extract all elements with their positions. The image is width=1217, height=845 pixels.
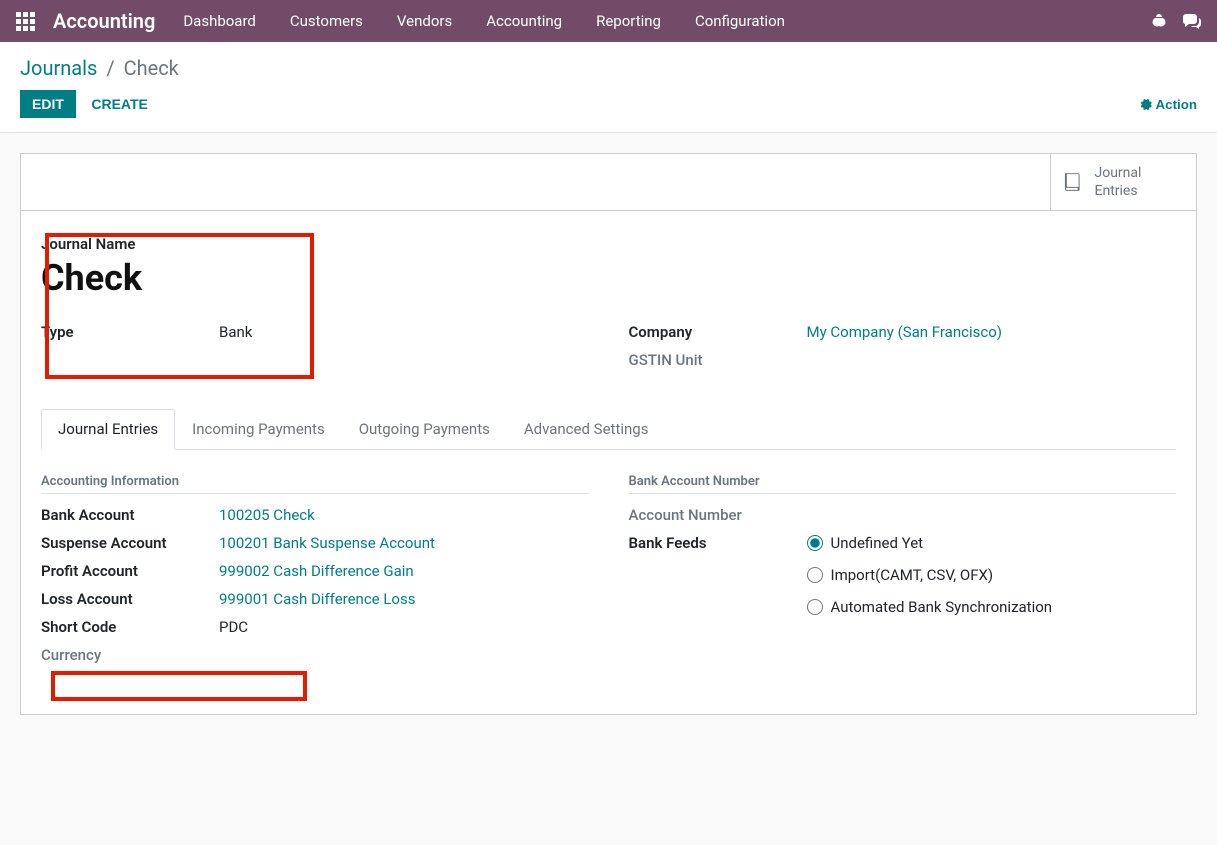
form-sheet: Journal Entries Journal Name Check Type … [20, 153, 1197, 715]
top-navbar: Accounting Dashboard Customers Vendors A… [0, 0, 1217, 42]
control-panel: Journals / Check EDIT CREATE Action [0, 42, 1217, 133]
loss-account-label: Loss Account [41, 590, 219, 608]
bug-icon[interactable] [1151, 13, 1167, 29]
radio-automated-input[interactable] [807, 599, 823, 615]
radio-undefined-yet[interactable]: Undefined Yet [807, 534, 1177, 552]
suspense-account-value[interactable]: 100201 Bank Suspense Account [219, 534, 589, 552]
breadcrumb-current: Check [124, 56, 179, 80]
nav-dashboard[interactable]: Dashboard [183, 12, 256, 30]
edit-button[interactable]: EDIT [20, 90, 76, 118]
short-code-value: PDC [219, 618, 589, 636]
breadcrumb: Journals / Check [20, 56, 1197, 80]
nav-menu: Dashboard Customers Vendors Accounting R… [183, 12, 1151, 30]
account-number-label: Account Number [629, 506, 807, 524]
journal-entries-stat-button[interactable]: Journal Entries [1050, 154, 1196, 210]
profit-account-value[interactable]: 999002 Cash Difference Gain [219, 562, 589, 580]
action-button[interactable]: Action [1140, 97, 1197, 112]
suspense-account-label: Suspense Account [41, 534, 219, 552]
breadcrumb-root[interactable]: Journals [20, 56, 97, 80]
radio-undefined-input[interactable] [807, 535, 823, 551]
action-label: Action [1156, 97, 1197, 112]
tab-incoming-payments[interactable]: Incoming Payments [175, 409, 342, 449]
company-label: Company [629, 323, 807, 341]
type-label: Type [41, 323, 219, 341]
bank-account-value[interactable]: 100205 Check [219, 506, 589, 524]
nav-customers[interactable]: Customers [290, 12, 363, 30]
gstin-label: GSTIN Unit [629, 351, 807, 369]
accounting-info-title: Accounting Information [41, 474, 589, 494]
journal-name-label: Journal Name [41, 235, 1176, 253]
radio-automated-label: Automated Bank Synchronization [831, 598, 1053, 616]
stat-button-label: Journal Entries [1095, 164, 1187, 200]
tab-outgoing-payments[interactable]: Outgoing Payments [342, 409, 507, 449]
company-value[interactable]: My Company (San Francisco) [807, 323, 1177, 341]
profit-account-label: Profit Account [41, 562, 219, 580]
breadcrumb-sep: / [106, 56, 114, 80]
bank-feeds-label: Bank Feeds [629, 534, 807, 552]
highlight-box-2 [51, 671, 307, 701]
gear-icon [1140, 98, 1152, 110]
radio-automated[interactable]: Automated Bank Synchronization [807, 598, 1177, 616]
radio-import-label: Import(CAMT, CSV, OFX) [831, 566, 994, 584]
tab-advanced-settings[interactable]: Advanced Settings [507, 409, 666, 449]
book-icon [1061, 170, 1085, 194]
loss-account-value[interactable]: 999001 Cash Difference Loss [219, 590, 589, 608]
bank-number-title: Bank Account Number [629, 474, 1177, 494]
nav-reporting[interactable]: Reporting [596, 12, 661, 30]
nav-configuration[interactable]: Configuration [695, 12, 785, 30]
tab-journal-entries[interactable]: Journal Entries [41, 409, 175, 450]
nav-vendors[interactable]: Vendors [397, 12, 452, 30]
app-brand[interactable]: Accounting [53, 9, 155, 33]
journal-name-value: Check [41, 257, 1176, 299]
tabs: Journal Entries Incoming Payments Outgoi… [41, 409, 1176, 450]
radio-undefined-label: Undefined Yet [831, 534, 924, 552]
bank-account-label: Bank Account [41, 506, 219, 524]
chat-icon[interactable] [1183, 13, 1201, 29]
type-value: Bank [219, 323, 589, 341]
currency-label: Currency [41, 646, 219, 664]
nav-accounting[interactable]: Accounting [486, 12, 562, 30]
radio-import[interactable]: Import(CAMT, CSV, OFX) [807, 566, 1177, 584]
short-code-label: Short Code [41, 618, 219, 636]
apps-icon[interactable] [16, 12, 35, 31]
create-button[interactable]: CREATE [79, 90, 160, 118]
radio-import-input[interactable] [807, 567, 823, 583]
